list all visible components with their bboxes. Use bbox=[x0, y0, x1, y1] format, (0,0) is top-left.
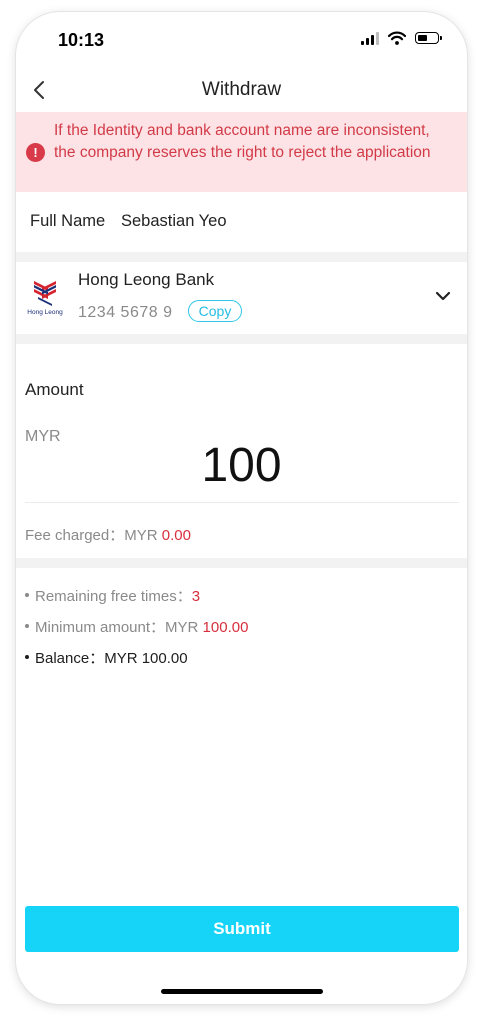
fee-value: 0.00 bbox=[161, 527, 191, 544]
minimum-value: 100.00 bbox=[202, 619, 249, 636]
account-number: 1234 5678 9 bbox=[78, 304, 173, 321]
chevron-down-icon[interactable] bbox=[434, 289, 452, 303]
bank-name: Hong Leong Bank bbox=[78, 270, 215, 289]
warning-banner: ! If the Identity and bank account name … bbox=[16, 112, 467, 192]
full-name-label: Full Name bbox=[30, 212, 106, 230]
home-indicator bbox=[161, 989, 323, 994]
fee-row: Fee charged：MYR 0.00 bbox=[25, 524, 191, 545]
amount-input[interactable]: 100 bbox=[16, 438, 467, 493]
signal-icon bbox=[361, 31, 379, 45]
balance: Balance：MYR 100.00 bbox=[25, 647, 188, 668]
minimum-amount: Minimum amount：MYR 100.00 bbox=[25, 616, 248, 637]
remaining-value: 3 bbox=[191, 588, 201, 605]
copy-button[interactable]: Copy bbox=[188, 300, 242, 322]
remaining-label: Remaining free times： bbox=[35, 588, 192, 605]
warning-text: If the Identity and bank account name ar… bbox=[54, 122, 431, 161]
svg-text:Hong Leong: Hong Leong bbox=[27, 309, 63, 316]
submit-button[interactable]: Submit bbox=[25, 906, 459, 952]
exclamation-icon: ! bbox=[26, 143, 45, 162]
remaining-free-times: Remaining free times：3 bbox=[25, 585, 200, 606]
wifi-icon bbox=[388, 31, 406, 45]
status-time: 10:13 bbox=[58, 30, 105, 50]
fee-label: Fee charged：MYR bbox=[25, 527, 162, 544]
amount-section: Amount MYR 100 Fee charged：MYR 0.00 bbox=[16, 344, 467, 558]
divider bbox=[25, 502, 459, 503]
full-name-value: Sebastian Yeo bbox=[121, 212, 227, 230]
hong-leong-bank-logo: Hong Leong bbox=[27, 281, 63, 316]
full-name-row: Full Name Sebastian Yeo bbox=[16, 192, 467, 252]
page-title: Withdraw bbox=[201, 79, 282, 100]
status-bar: 10:13 bbox=[16, 12, 467, 68]
amount-label: Amount bbox=[25, 380, 84, 399]
battery-icon bbox=[415, 32, 442, 44]
bank-selector[interactable]: Hong Leong Hong Leong Bank 1234 5678 9 C… bbox=[16, 262, 467, 334]
status-icons bbox=[361, 31, 442, 45]
phone-screen: 10:13 Withdraw ! If the Identity and ban… bbox=[16, 12, 467, 1004]
minimum-label: Minimum amount：MYR bbox=[35, 619, 203, 636]
balance-label: Balance：MYR 100.00 bbox=[35, 650, 188, 667]
nav-bar: Withdraw bbox=[16, 68, 467, 112]
